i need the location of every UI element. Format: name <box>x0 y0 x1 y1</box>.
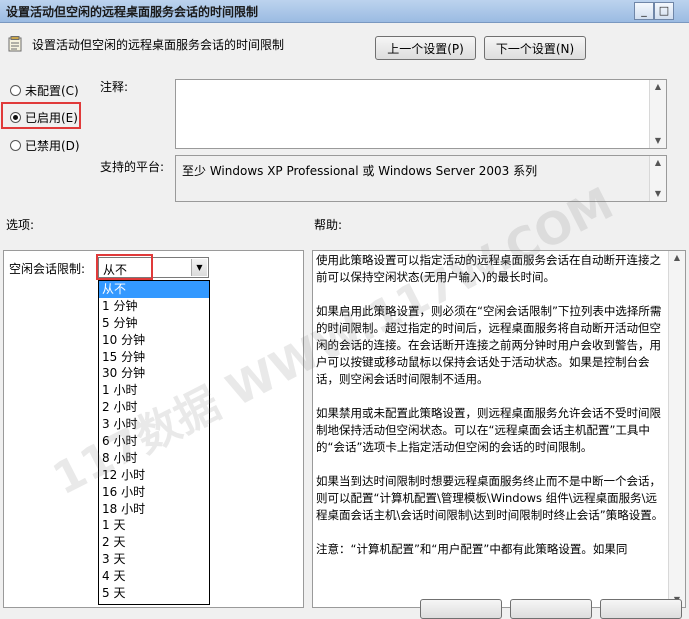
disabled-label: 已禁用(D) <box>25 139 80 153</box>
supported-platform-value: 至少 Windows XP Professional 或 Windows Ser… <box>182 164 538 178</box>
ok-button[interactable] <box>420 599 502 619</box>
dropdown-option[interactable]: 5 天 <box>99 585 209 602</box>
chevron-down-icon[interactable]: ▼ <box>191 259 207 276</box>
platform-scrollbar[interactable]: ▲ ▼ <box>649 156 666 201</box>
dropdown-option[interactable]: 5 分钟 <box>99 315 209 332</box>
dropdown-option[interactable]: 16 小时 <box>99 484 209 501</box>
comment-scrollbar[interactable]: ▲ ▼ <box>649 80 666 148</box>
dropdown-option[interactable]: 15 分钟 <box>99 349 209 366</box>
scroll-down-icon[interactable]: ▼ <box>650 187 666 201</box>
dropdown-option[interactable]: 1 天 <box>99 517 209 534</box>
select-highlight-box <box>96 254 153 280</box>
comment-label: 注释: <box>100 80 129 94</box>
dropdown-option[interactable]: 从不 <box>99 281 209 298</box>
cancel-button[interactable] <box>510 599 592 619</box>
maximize-button[interactable]: □ <box>654 2 674 20</box>
help-paragraph: 使用此策略设置可以指定活动的远程桌面服务会话在自动断开连接之前可以保持空闲状态(… <box>316 253 661 284</box>
dropdown-option[interactable]: 8 小时 <box>99 450 209 467</box>
minimize-button[interactable]: _ <box>634 2 654 20</box>
supported-platform-field: 至少 Windows XP Professional 或 Windows Ser… <box>175 155 667 202</box>
help-paragraph: 如果启用此策略设置，则必须在“空闲会话限制”下拉列表中选择所需的时间限制。超过指… <box>316 304 662 386</box>
enabled-highlight-box <box>1 102 81 129</box>
help-paragraph: 如果当到达时间限制时想要远程桌面服务终止而不是中断一个会话，则可以配置“计算机配… <box>316 474 664 522</box>
scroll-up-icon[interactable]: ▲ <box>669 251 685 265</box>
window-title: 设置活动但空闲的远程桌面服务会话的时间限制 <box>6 5 259 19</box>
not-configured-radio[interactable]: 未配置(C) <box>10 82 79 99</box>
dropdown-option[interactable]: 1 小时 <box>99 382 209 399</box>
header-title: 设置活动但空闲的远程桌面服务会话的时间限制 <box>32 38 285 52</box>
apply-button[interactable] <box>600 599 682 619</box>
help-paragraph: 如果禁用或未配置此策略设置，则远程桌面服务允许会话不受时间限制地保持活动但空闲状… <box>316 406 661 454</box>
supported-platform-label: 支持的平台: <box>100 160 165 174</box>
scroll-down-icon[interactable]: ▼ <box>650 134 666 148</box>
dropdown-option[interactable]: 6 小时 <box>99 433 209 450</box>
next-setting-button[interactable]: 下一个设置(N) <box>484 36 586 60</box>
dropdown-option[interactable]: 10 分钟 <box>99 332 209 349</box>
title-bar: 设置活动但空闲的远程桌面服务会话的时间限制 _ □ <box>0 0 689 23</box>
disabled-radio[interactable]: 已禁用(D) <box>10 137 80 154</box>
dropdown-option[interactable]: 2 天 <box>99 534 209 551</box>
idle-session-limit-label: 空闲会话限制: <box>9 262 86 276</box>
not-configured-label: 未配置(C) <box>25 84 79 98</box>
help-paragraph: 注意：“计算机配置”和“用户配置”中都有此策略设置。如果同 <box>316 542 628 556</box>
dropdown-option[interactable]: 3 小时 <box>99 416 209 433</box>
dropdown-option[interactable]: 3 天 <box>99 551 209 568</box>
dropdown-option[interactable]: 4 天 <box>99 568 209 585</box>
radio-circle[interactable] <box>10 140 21 151</box>
dropdown-option[interactable]: 18 小时 <box>99 501 209 518</box>
help-scrollbar[interactable]: ▲ ▼ <box>668 251 685 607</box>
dropdown-option[interactable]: 2 小时 <box>99 399 209 416</box>
scroll-up-icon[interactable]: ▲ <box>650 80 666 94</box>
help-panel: 使用此策略设置可以指定活动的远程桌面服务会话在自动断开连接之前可以保持空闲状态(… <box>312 250 686 608</box>
radio-circle[interactable] <box>10 85 21 96</box>
dropdown-option[interactable]: 12 小时 <box>99 467 209 484</box>
scroll-up-icon[interactable]: ▲ <box>650 156 666 170</box>
help-text: 使用此策略设置可以指定活动的远程桌面服务会话在自动断开连接之前可以保持空闲状态(… <box>316 252 668 575</box>
previous-setting-button[interactable]: 上一个设置(P) <box>375 36 476 60</box>
dropdown-option[interactable]: 30 分钟 <box>99 365 209 382</box>
help-section-label: 帮助: <box>314 218 343 232</box>
idle-limit-dropdown-list[interactable]: 从不 1 分钟 5 分钟 10 分钟 15 分钟 30 分钟 1 小时 2 小时… <box>98 280 210 605</box>
comment-textarea[interactable]: ▲ ▼ <box>175 79 667 149</box>
options-section-label: 选项: <box>6 218 35 232</box>
policy-settings-icon <box>8 36 22 52</box>
dropdown-option[interactable]: 1 分钟 <box>99 298 209 315</box>
